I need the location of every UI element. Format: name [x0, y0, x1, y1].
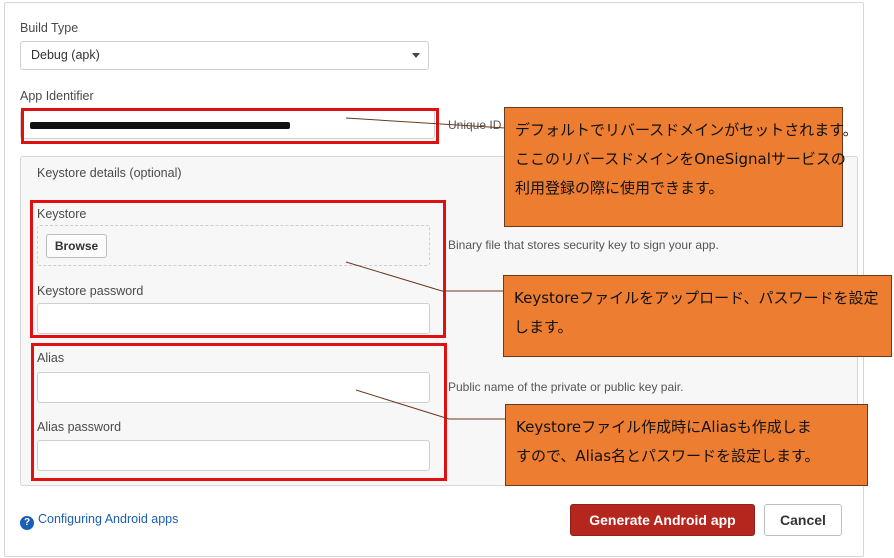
callout-line: デフォルトでリバースドメインがセットされます。	[515, 121, 858, 139]
callout-line: すので、Alias名とパスワードを設定します。	[516, 447, 820, 465]
leader-line-app-identifier	[345, 117, 506, 129]
callout-keystore: Keystoreファイルをアップロード、パスワードを設定 します。	[503, 275, 892, 357]
callout-app-identifier: デフォルトでリバースドメインがセットされます。 ここのリバースドメインをOneS…	[504, 107, 858, 227]
callout-alias: Keystoreファイル作成時にAliasも作成しま すので、Alias名とパス…	[505, 404, 868, 486]
callout-line: 利用登録の際に使用できます。	[515, 179, 724, 197]
callout-line: します。	[514, 318, 573, 336]
callout-line: Keystoreファイルをアップロード、パスワードを設定	[514, 289, 879, 307]
leader-line-keystore-a	[345, 261, 443, 292]
callout-line: ここのリバースドメインをOneSignalサービスの	[515, 150, 846, 168]
leader-line-alias-a	[355, 389, 450, 420]
callout-line: Keystoreファイル作成時にAliasも作成しま	[516, 418, 812, 436]
